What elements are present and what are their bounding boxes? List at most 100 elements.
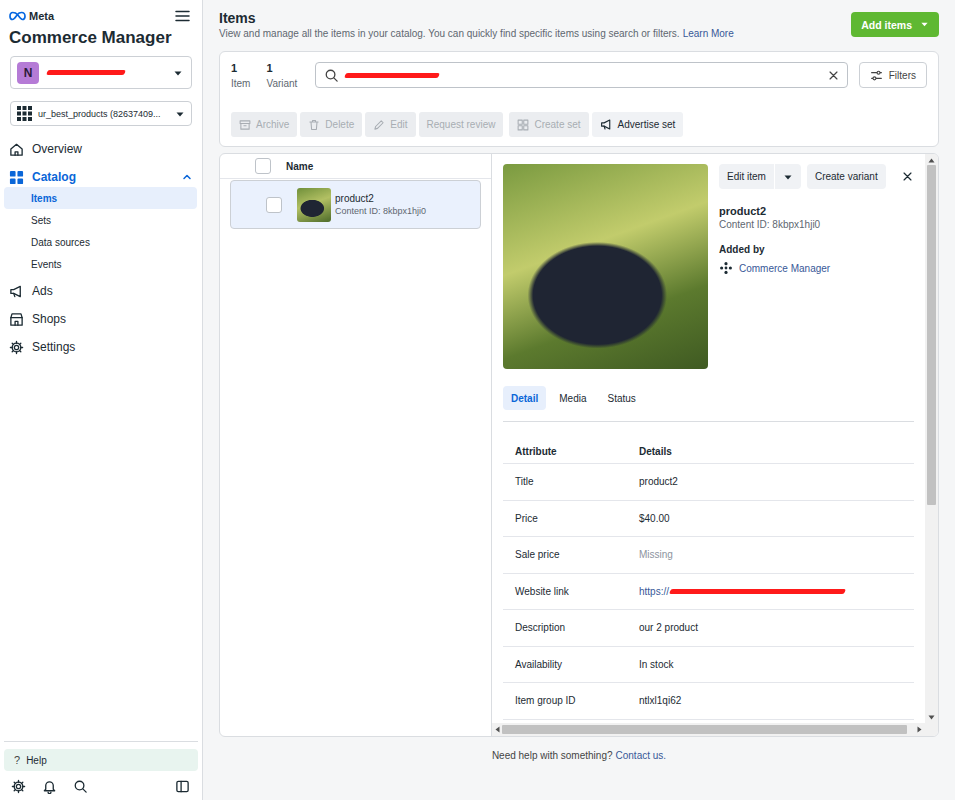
sidebar-item[interactable]: Settings [0,333,202,361]
search-field[interactable] [315,62,847,88]
added-by-label: Added by [719,243,914,256]
tab[interactable]: Detail [503,386,546,410]
count: 1Item [231,62,250,91]
sidebar-subitem[interactable]: Events [4,253,197,275]
select-all-checkbox[interactable] [255,158,271,174]
archive-icon [239,119,251,131]
caret-down-icon [920,20,929,29]
sidebar-subitem[interactable]: Data sources [4,231,197,253]
horizontal-scrollbar[interactable] [492,723,925,736]
main-area: ItemsView and manage all the items in yo… [203,0,955,800]
toolbar-button: Archive [231,112,297,137]
redaction-mark [669,589,846,594]
caret-down-icon [783,172,793,182]
caret-down-icon [175,109,185,119]
table-header: AttributeDetails [503,440,914,464]
table-row: Titleproduct2 [503,464,914,501]
table-row: Website linkhttps:// [503,574,914,611]
sidebar-subitem[interactable]: Sets [4,209,197,231]
page-title: Items [219,10,734,27]
scroll-thumb[interactable] [502,725,907,734]
table-row: Descriptionour 2 product [503,610,914,647]
sidebar-item[interactable]: Shops [0,305,202,333]
left-arrow-icon [495,726,500,733]
sliders-icon [870,69,883,82]
app-title: Commerce Manager [0,23,202,48]
clear-icon[interactable] [828,70,839,81]
sidebar-nav: OverviewCatalogItemsSetsData sourcesEven… [0,135,202,361]
panel-toggle-icon[interactable] [175,779,190,794]
count: 1Variant [266,62,297,91]
attribute-table: AttributeDetailsTitleproduct2Price$40.00… [503,440,914,720]
sidebar-subitem[interactable]: Items [4,187,197,209]
pencil-icon [373,119,385,131]
gear-icon [9,340,24,355]
catalog-name: ur_best_products (82637409... [38,109,161,119]
item-detail-panel: Edit item Create variant product2Content I… [491,154,938,736]
vertical-scrollbar[interactable] [925,154,938,723]
redaction-mark [46,70,126,75]
toolbar-button[interactable]: Advertise set [592,112,684,137]
gear-icon[interactable] [11,779,26,794]
edit-options-button[interactable] [775,164,801,189]
tab[interactable]: Status [599,386,643,410]
hamburger-menu-icon[interactable] [175,10,190,22]
table-row: Sale priceMissing [503,537,914,574]
redaction-mark [344,73,440,78]
product-thumbnail [297,188,331,222]
megaphone-icon [9,284,24,299]
table-row: Price$40.00 [503,501,914,538]
business-avatar: N [17,62,39,84]
table-row: Item group IDntlxl1qi62 [503,683,914,720]
list-header: Name [220,154,491,179]
item-title: product2 [719,204,914,218]
sidebar-item[interactable]: Ads [0,277,202,305]
row-checkbox[interactable] [266,197,282,213]
bell-icon[interactable] [42,779,57,794]
meta-logo[interactable]: Meta [9,9,54,23]
storefront-icon [9,312,24,327]
up-arrow-icon [928,158,935,163]
item-row[interactable]: product2Content ID: 8kbpx1hji0 [230,180,481,229]
toolbar-button: Request review [419,112,504,137]
added-by-link[interactable]: Commerce Manager [739,263,830,274]
toolbar-button: Edit [365,112,415,137]
item-list: Nameproduct2Content ID: 8kbpx1hji0 [220,154,491,736]
filters-button[interactable]: Filters [859,62,927,88]
business-selector[interactable]: N [10,56,192,89]
grid-icon [17,106,32,121]
caret-down-icon [173,68,183,78]
learn-more-link[interactable]: Learn More [683,28,734,39]
grid-icon [517,119,529,131]
website-link[interactable]: https:// [639,586,669,597]
toolbar-button: Create set [509,112,588,137]
contact-us-link[interactable]: Contact us. [616,750,667,761]
search-icon[interactable] [73,779,88,794]
page-subtitle: View and manage all the items in your ca… [219,27,734,40]
down-arrow-icon [928,715,935,720]
home-icon [9,142,24,157]
tab[interactable]: Media [551,386,594,410]
add-items-button[interactable]: Add items [851,12,939,37]
search-icon [324,68,339,83]
commerce-manager-icon [719,261,733,275]
catalog-selector[interactable]: ur_best_products (82637409... [10,101,192,126]
right-arrow-icon [917,726,922,733]
sidebar-item[interactable]: Overview [0,135,202,163]
item-content-id: Content ID: 8kbpx1hji0 [719,218,914,231]
create-variant-button[interactable]: Create variant [807,164,886,189]
help-button[interactable]: ?Help [4,749,198,771]
grid-icon [9,170,24,185]
close-icon[interactable] [902,171,914,182]
edit-item-button[interactable]: Edit item [719,164,774,189]
items-toolbar-card: 1Item 1Variant Filters ArchiveDeleteEditReq… [219,51,939,147]
help-footer: Need help with something?Contact us. [219,737,939,800]
scroll-thumb[interactable] [927,165,936,505]
table-row: AvailabilityIn stock [503,647,914,684]
product-image [503,164,708,369]
bulk-actions: ArchiveDeleteEditRequest reviewCreate se… [231,112,927,137]
